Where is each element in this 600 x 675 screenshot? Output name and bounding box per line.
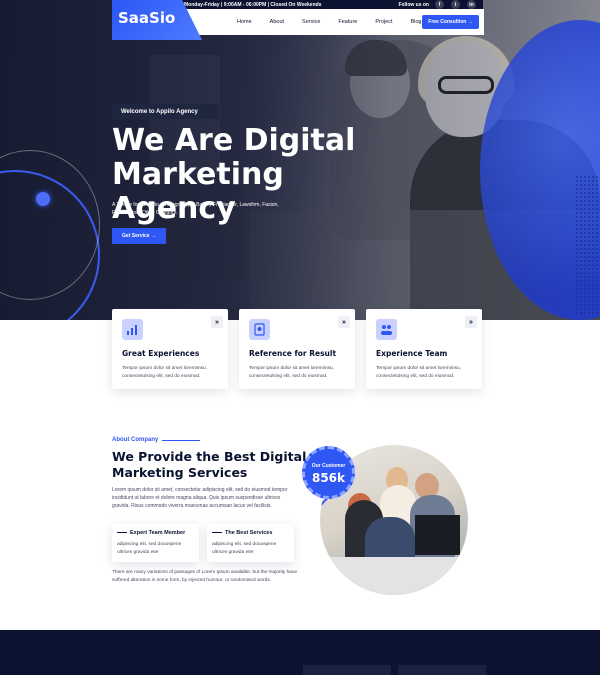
about-title: We Provide the Best Digital Marketing Se… bbox=[112, 449, 307, 480]
about-text: Lorem ipsum dolor sit amet, consectetur … bbox=[112, 487, 288, 509]
arrow-right-icon: → bbox=[467, 19, 473, 25]
feature-text: Tempor ipsum dolor sit amet loremimsu, c… bbox=[376, 366, 462, 379]
about-point-text: adipiscing elit, sed douuspene ultrices … bbox=[117, 542, 182, 555]
get-service-button[interactable]: Get Service → bbox=[112, 228, 166, 244]
dark-section bbox=[0, 630, 600, 675]
business-hours: Monday-Friday | 9:00AM - 06:00PM | Close… bbox=[184, 1, 322, 8]
dark-section-card bbox=[398, 665, 486, 675]
hero-dot-pattern bbox=[575, 175, 600, 315]
about-point-title: Expert Team Member bbox=[117, 530, 185, 536]
about-point-title-text: The Best Services bbox=[225, 530, 273, 536]
feature-text: Tempor ipsum dolor sit amet loremimsu, c… bbox=[249, 366, 335, 379]
double-chevron-icon[interactable]: » bbox=[338, 316, 350, 328]
hero-tag: Welcome to Appilo Agency bbox=[112, 104, 219, 119]
customer-count-badge: Our Customer 856k bbox=[302, 446, 355, 499]
feature-card-experiences[interactable]: » Great Experiences Tempor ipsum dolor s… bbox=[112, 309, 228, 389]
nav-feature[interactable]: Feature bbox=[338, 19, 357, 25]
dash-icon bbox=[212, 532, 222, 534]
twitter-icon[interactable]: t bbox=[451, 0, 460, 9]
nav-home[interactable]: Home bbox=[237, 19, 252, 25]
nav-project[interactable]: Project bbox=[375, 19, 392, 25]
nav-blog[interactable]: Blog bbox=[410, 19, 421, 25]
feature-card-team[interactable]: » Experience Team Tempor ipsum dolor sit… bbox=[366, 309, 482, 389]
about-point-title: The Best Services bbox=[212, 530, 272, 536]
double-chevron-icon[interactable]: » bbox=[211, 316, 223, 328]
growth-chart-icon bbox=[122, 319, 143, 340]
hero-section: Welcome to Appilo Agency We Are Digital … bbox=[0, 0, 600, 320]
linkedin-icon[interactable]: in bbox=[467, 0, 476, 9]
follow-us-label: Follow us on bbox=[398, 1, 429, 8]
hero-blue-ball bbox=[36, 192, 50, 206]
team-icon bbox=[376, 319, 397, 340]
free-consultation-label: Free Consultion bbox=[428, 19, 467, 25]
arrow-right-icon: → bbox=[150, 233, 156, 239]
top-info-bar: Monday-Friday | 9:00AM - 06:00PM | Close… bbox=[180, 0, 483, 9]
nav-about[interactable]: About bbox=[270, 19, 284, 25]
feature-text: Tempor ipsum dolor sit amet loremimsu, c… bbox=[122, 366, 208, 379]
about-point-title-text: Expert Team Member bbox=[130, 530, 186, 536]
feature-card-reference[interactable]: » Reference for Result Tempor ipsum dolo… bbox=[239, 309, 355, 389]
get-service-label: Get Service bbox=[122, 233, 150, 239]
double-chevron-icon[interactable]: » bbox=[465, 316, 477, 328]
free-consultation-button[interactable]: Free Consultion → bbox=[422, 15, 479, 29]
about-point-best-services: The Best Services adipiscing elit, sed d… bbox=[207, 524, 294, 562]
feature-title: Reference for Result bbox=[249, 349, 337, 358]
about-footer-text: There are many variations of passages of… bbox=[112, 570, 298, 583]
about-tag: About Company bbox=[112, 437, 159, 443]
about-tag-underline bbox=[162, 440, 200, 441]
feature-title: Experience Team bbox=[376, 349, 448, 358]
hero-description: A Theme for Portfolio, Photography & Bak… bbox=[112, 202, 279, 216]
dark-section-card bbox=[303, 665, 391, 675]
certificate-icon bbox=[249, 319, 270, 340]
about-point-text: adipiscing elit, sed douuspene ultrices … bbox=[212, 542, 277, 555]
nav-menu: Home About Service Feature Project Blog bbox=[237, 9, 440, 35]
about-point-expert-team: Expert Team Member adipiscing elit, sed … bbox=[112, 524, 199, 562]
brand-logo-text: SaaSio bbox=[118, 9, 176, 27]
facebook-icon[interactable]: f bbox=[435, 0, 444, 9]
nav-service[interactable]: Service bbox=[302, 19, 320, 25]
customer-count-value: 856k bbox=[311, 471, 346, 485]
feature-title: Great Experiences bbox=[122, 349, 200, 358]
customer-count-label: Our Customer bbox=[311, 463, 346, 469]
main-navbar: SaaSio Home About Service Feature Projec… bbox=[112, 0, 484, 40]
dash-icon bbox=[117, 532, 127, 534]
